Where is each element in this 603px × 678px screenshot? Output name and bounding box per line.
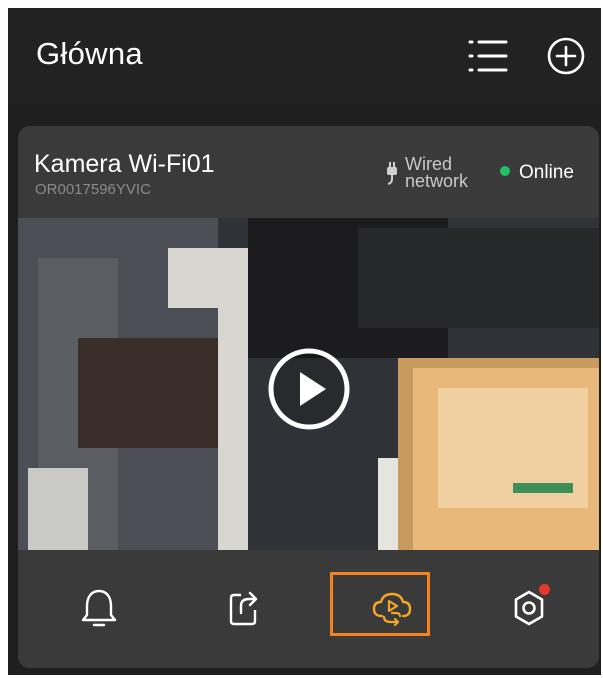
share-icon: [229, 591, 258, 626]
cloud-playback-icon: [372, 592, 412, 627]
device-list-button[interactable]: [466, 34, 510, 78]
app-screen: Główna Kamera Wi-Fi01 OR0017596YVIC Wire…: [8, 8, 601, 675]
cloud-playback-button[interactable]: [368, 584, 416, 632]
camera-serial: OR0017596YVIC: [35, 181, 151, 198]
play-circle-icon: [268, 348, 350, 430]
status-label: Online: [519, 162, 574, 183]
settings-button[interactable]: [505, 584, 553, 632]
bell-icon: [81, 589, 117, 627]
status-dot: [500, 166, 510, 176]
plug-icon: [387, 162, 397, 185]
camera-toolbar: [18, 550, 599, 668]
page-title: Główna: [36, 36, 143, 71]
list-icon: [468, 40, 508, 72]
network-label-line2: network: [405, 171, 469, 191]
alarm-button[interactable]: [75, 584, 123, 632]
notification-badge: [539, 584, 550, 595]
play-button[interactable]: [266, 346, 352, 432]
camera-preview[interactable]: [18, 218, 599, 550]
camera-card: Kamera Wi-Fi01 OR0017596YVIC Wired netwo…: [18, 126, 599, 668]
camera-name: Kamera Wi-Fi01: [34, 150, 215, 178]
network-type: Wired network: [385, 155, 495, 192]
top-bar: Główna: [8, 8, 601, 102]
share-button[interactable]: [219, 584, 267, 632]
add-circle-icon: [547, 37, 585, 75]
online-status: Online: [500, 162, 574, 184]
add-device-button[interactable]: [544, 34, 588, 78]
